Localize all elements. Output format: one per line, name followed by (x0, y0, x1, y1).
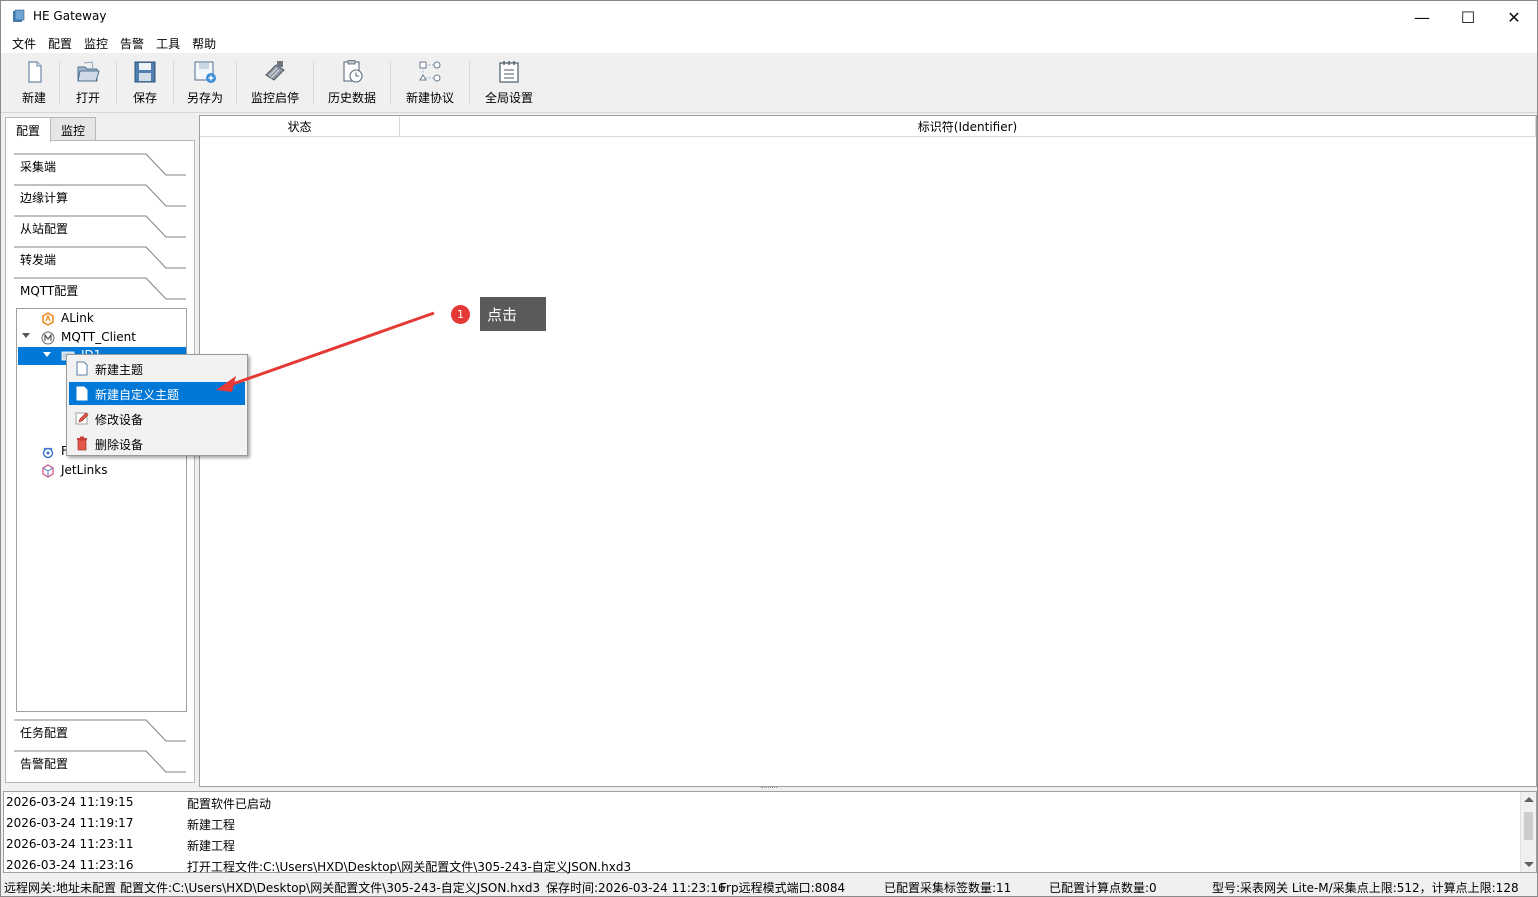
tab-config[interactable]: 配置 (5, 117, 52, 142)
annotation-callout: 点击 (480, 297, 546, 331)
step-badge: 1 (451, 305, 470, 324)
annotation-arrow (216, 311, 435, 392)
